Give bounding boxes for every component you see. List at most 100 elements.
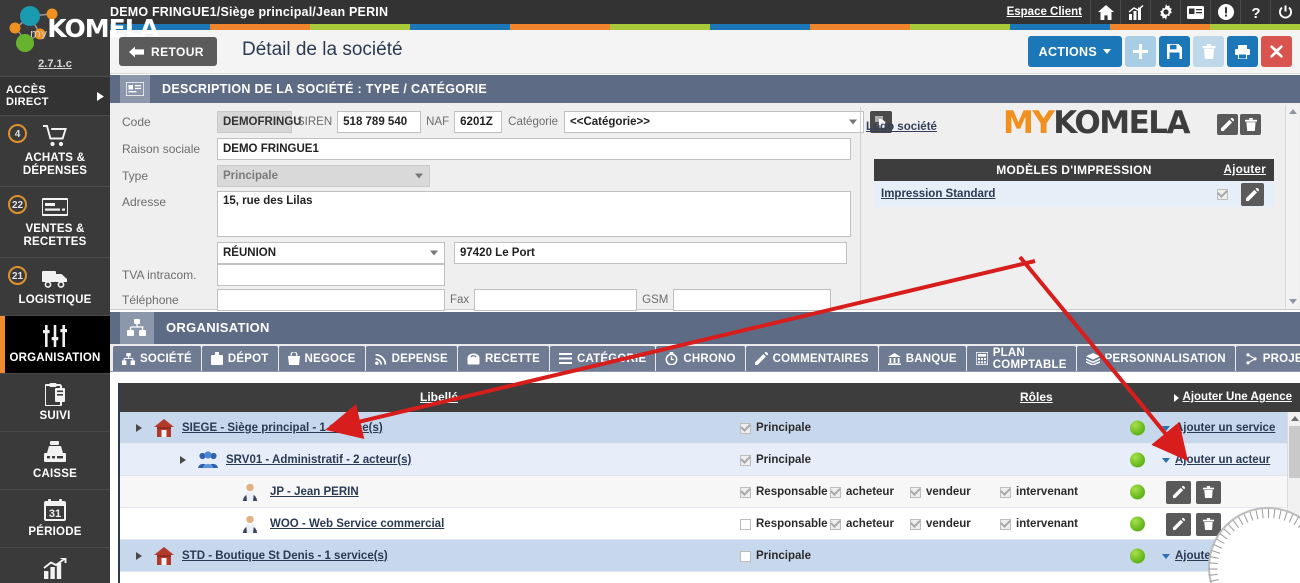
acces-direct-button[interactable]: ACCÈS DIRECT — [0, 76, 110, 116]
ville-field[interactable]: 97420 Le Port — [454, 242, 847, 264]
sidebar-item-p-riode[interactable]: 31 PÉRIODE — [0, 490, 110, 548]
role-checkbox[interactable] — [910, 518, 921, 530]
role-checkbox[interactable] — [1000, 486, 1011, 498]
table-row[interactable]: STD - Boutique St Denis - 1 service(s) Pr… — [120, 540, 1300, 572]
row-action-link[interactable]: Ajouter un acteur — [1162, 444, 1270, 476]
tab-commentaires[interactable]: COMMENTAIRES — [745, 346, 878, 371]
tab-plan-comptable[interactable]: PLAN COMPTABLE — [966, 346, 1076, 371]
chart-icon[interactable] — [1120, 0, 1150, 24]
alert-icon[interactable] — [1210, 0, 1240, 24]
naf-field[interactable]: 6201Z — [454, 111, 503, 133]
row-label[interactable]: STD - Boutique St Denis - 1 service(s) — [182, 550, 388, 562]
table-scroll-thumb[interactable] — [1289, 426, 1300, 478]
role-item[interactable]: intervenant — [1000, 518, 1090, 530]
row-delete-button[interactable] — [1196, 512, 1221, 536]
scroll-down-icon[interactable] — [1289, 299, 1297, 304]
sidebar-item-ventes-recettes[interactable]: 22 VENTES & RECETTES — [0, 187, 110, 258]
espace-client-link[interactable]: Espace Client — [999, 6, 1090, 18]
home-icon[interactable] — [1090, 0, 1120, 24]
scroll-up-icon[interactable] — [1291, 416, 1299, 421]
sidebar-item-organisation[interactable]: ORGANISATION — [0, 316, 110, 374]
role-item[interactable]: Principale — [740, 454, 811, 466]
help-icon[interactable]: ? — [1240, 0, 1270, 24]
sidebar-item-suivi[interactable]: SUIVI — [0, 374, 110, 432]
power-icon[interactable] — [1270, 0, 1300, 24]
tva-field[interactable] — [217, 264, 445, 286]
row-edit-button[interactable] — [1166, 480, 1191, 504]
row-label[interactable]: SIEGE - Siège principal - 1 service(s) — [182, 422, 383, 434]
form-scrollbar[interactable] — [1285, 105, 1298, 308]
tab-recette[interactable]: RECETTE — [457, 346, 550, 371]
role-checkbox[interactable] — [830, 486, 841, 498]
tab-chrono[interactable]: CHRONO — [656, 346, 745, 371]
categorie-select[interactable]: <<Catégorie>> — [564, 111, 865, 133]
row-label[interactable]: WOO - Web Service commercial — [270, 518, 444, 530]
print-model-name[interactable]: Impression Standard — [881, 188, 995, 200]
save-button[interactable] — [1159, 36, 1190, 67]
delete-button[interactable] — [1193, 36, 1224, 67]
print-models-add-link[interactable]: Ajouter — [1224, 164, 1266, 176]
role-item[interactable]: acheteur — [830, 486, 910, 498]
sidebar-item-achats-d-penses[interactable]: 4 ACHATS & DÉPENSES — [0, 116, 110, 187]
gear-icon[interactable] — [1150, 0, 1180, 24]
role-item[interactable]: Responsable — [740, 518, 830, 530]
table-row[interactable]: JP - Jean PERIN Responsable acheteur vendeu… — [120, 476, 1300, 508]
add-agency-link[interactable]: Ajouter Une Agence — [1173, 383, 1292, 412]
telephone-field[interactable] — [217, 289, 445, 311]
role-checkbox[interactable] — [830, 518, 841, 530]
role-item[interactable]: intervenant — [1000, 486, 1090, 498]
role-checkbox[interactable] — [740, 422, 751, 434]
actions-dropdown-button[interactable]: ACTIONS — [1027, 36, 1122, 67]
role-item[interactable]: vendeur — [910, 518, 1000, 530]
tab-banque[interactable]: BANQUE — [878, 346, 966, 371]
gsm-field[interactable] — [673, 289, 832, 311]
scroll-up-icon[interactable] — [1289, 109, 1297, 114]
role-checkbox[interactable] — [740, 486, 751, 498]
tab-depense[interactable]: DEPENSE — [365, 346, 457, 371]
table-row[interactable]: SRV01 - Administratif - 2 acteur(s) Princ… — [120, 444, 1300, 476]
table-row[interactable]: WOO - Web Service commercial Responsable a… — [120, 508, 1300, 540]
row-expand-caret[interactable] — [136, 423, 142, 432]
region-select[interactable]: RÉUNION — [217, 242, 445, 264]
role-checkbox[interactable] — [740, 518, 751, 530]
fax-field[interactable] — [474, 289, 638, 311]
code-field[interactable]: DEMOFRINGU — [217, 111, 302, 133]
app-logo[interactable]: myKOMELA — [0, 0, 159, 58]
tab-projets[interactable]: PROJETS — [1235, 346, 1300, 371]
sidebar-item-caisse[interactable]: CAISSE — [0, 432, 110, 490]
raison-field[interactable]: DEMO FRINGUE1 — [217, 138, 851, 160]
logo-delete-button[interactable] — [1240, 114, 1261, 135]
sidebar-item-logistique[interactable]: 21 LOGISTIQUE — [0, 258, 110, 316]
row-label[interactable]: SRV01 - Administratif - 2 acteur(s) — [226, 454, 411, 466]
role-item[interactable]: acheteur — [830, 518, 910, 530]
role-checkbox[interactable] — [1000, 518, 1011, 530]
role-item[interactable]: Principale — [740, 422, 811, 434]
role-checkbox[interactable] — [740, 454, 751, 466]
row-edit-button[interactable] — [1166, 512, 1191, 536]
tab-negoce[interactable]: NEGOCE — [278, 346, 365, 371]
logo-edit-button[interactable] — [1217, 114, 1238, 135]
row-expand-caret[interactable] — [136, 551, 142, 560]
row-action-link[interactable]: Ajouter un service — [1162, 412, 1275, 444]
siren-field[interactable]: 518 789 540 — [337, 111, 422, 133]
tab-soci-t[interactable]: SOCIÉTÉ — [113, 346, 201, 371]
type-select[interactable]: Principale — [217, 165, 430, 187]
tab-d-pot[interactable]: DÉPOT — [201, 346, 278, 371]
tab-personnalisation[interactable]: PERSONNALISATION — [1076, 346, 1235, 371]
sidebar-item-statistique[interactable]: STATISTIQUE — [0, 548, 110, 583]
role-item[interactable]: vendeur — [910, 486, 1000, 498]
add-button[interactable] — [1125, 36, 1156, 67]
row-delete-button[interactable] — [1196, 480, 1221, 504]
logo-societe-link[interactable]: Logo société — [866, 121, 937, 133]
role-checkbox[interactable] — [740, 550, 751, 562]
role-checkbox[interactable] — [910, 486, 921, 498]
close-button[interactable] — [1261, 36, 1292, 67]
print-button[interactable] — [1227, 36, 1258, 67]
row-label[interactable]: JP - Jean PERIN — [270, 486, 359, 498]
row-expand-caret[interactable] — [180, 455, 186, 464]
print-model-edit-button[interactable] — [1241, 182, 1264, 206]
card-icon[interactable] — [1180, 0, 1210, 24]
role-item[interactable]: Responsable — [740, 486, 830, 498]
role-item[interactable]: Principale — [740, 550, 811, 562]
print-model-checkbox[interactable] — [1217, 188, 1228, 200]
